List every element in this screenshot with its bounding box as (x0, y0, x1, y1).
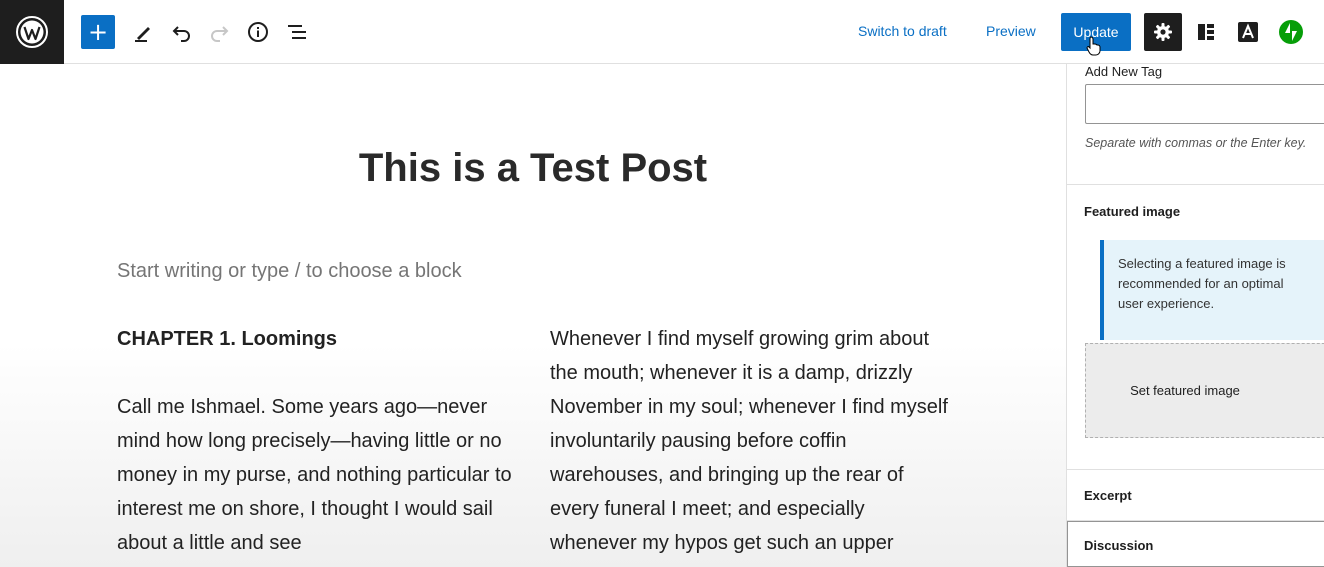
font-a-icon (1238, 22, 1258, 42)
wordpress-logo-button[interactable] (0, 0, 64, 64)
pencil-icon (135, 27, 150, 42)
paragraph-right[interactable]: Whenever I find myself growing grim abou… (550, 322, 950, 560)
gear-icon (1154, 23, 1172, 41)
add-tag-input[interactable] (1085, 84, 1324, 124)
preview-button[interactable]: Preview (986, 23, 1036, 39)
column-right[interactable]: Whenever I find myself growing grim abou… (550, 322, 950, 560)
jetpack-icon (1279, 20, 1303, 44)
list-view-button[interactable] (283, 18, 311, 46)
block-placeholder[interactable]: Start writing or type / to choose a bloc… (117, 260, 462, 283)
set-featured-image-label: Set featured image (1130, 383, 1240, 398)
divider (1067, 184, 1324, 185)
featured-image-notice: Selecting a featured image is recommende… (1100, 240, 1324, 340)
tools-button[interactable] (129, 18, 157, 46)
add-tag-label: Add New Tag (1085, 64, 1163, 79)
list-view-icon (288, 25, 306, 39)
settings-sidebar: Add New Tag Separate with commas or the … (1066, 64, 1324, 567)
excerpt-panel-title[interactable]: Excerpt (1084, 488, 1132, 503)
info-icon (248, 22, 268, 42)
jetpack-button[interactable] (1277, 18, 1305, 46)
settings-button[interactable] (1144, 13, 1182, 51)
divider (1067, 469, 1324, 470)
undo-icon (172, 26, 190, 42)
column-left[interactable]: CHAPTER 1. Loomings Call me Ishmael. Som… (117, 322, 517, 560)
details-button[interactable] (244, 18, 272, 46)
add-block-button[interactable]: + (81, 15, 115, 49)
set-featured-image-button[interactable]: Set featured image (1085, 343, 1324, 438)
editor-canvas: This is a Test Post Start writing or typ… (0, 64, 1066, 567)
font-plugin-button[interactable] (1234, 18, 1262, 46)
post-title[interactable]: This is a Test Post (0, 146, 1066, 191)
wordpress-icon (16, 16, 48, 48)
tag-help-text: Separate with commas or the Enter key. (1085, 136, 1307, 150)
editor-toolbar: + Switch to draft Preview Update (0, 0, 1324, 64)
discussion-panel-title[interactable]: Discussion (1084, 538, 1153, 553)
redo-button[interactable] (206, 18, 234, 46)
plus-icon: + (87, 18, 109, 46)
chapter-heading[interactable]: CHAPTER 1. Loomings (117, 322, 517, 356)
featured-image-panel-title[interactable]: Featured image (1084, 204, 1180, 219)
redo-icon (211, 26, 229, 42)
switch-to-draft-button[interactable]: Switch to draft (858, 23, 947, 39)
layout-plugin-button[interactable] (1192, 18, 1220, 46)
paragraph-left[interactable]: Call me Ishmael. Some years ago—never mi… (117, 390, 517, 560)
undo-button[interactable] (167, 18, 195, 46)
featured-image-notice-text: Selecting a featured image is recommende… (1118, 256, 1286, 311)
hand-cursor-icon (1086, 36, 1101, 56)
layout-grid-icon (1198, 24, 1214, 40)
